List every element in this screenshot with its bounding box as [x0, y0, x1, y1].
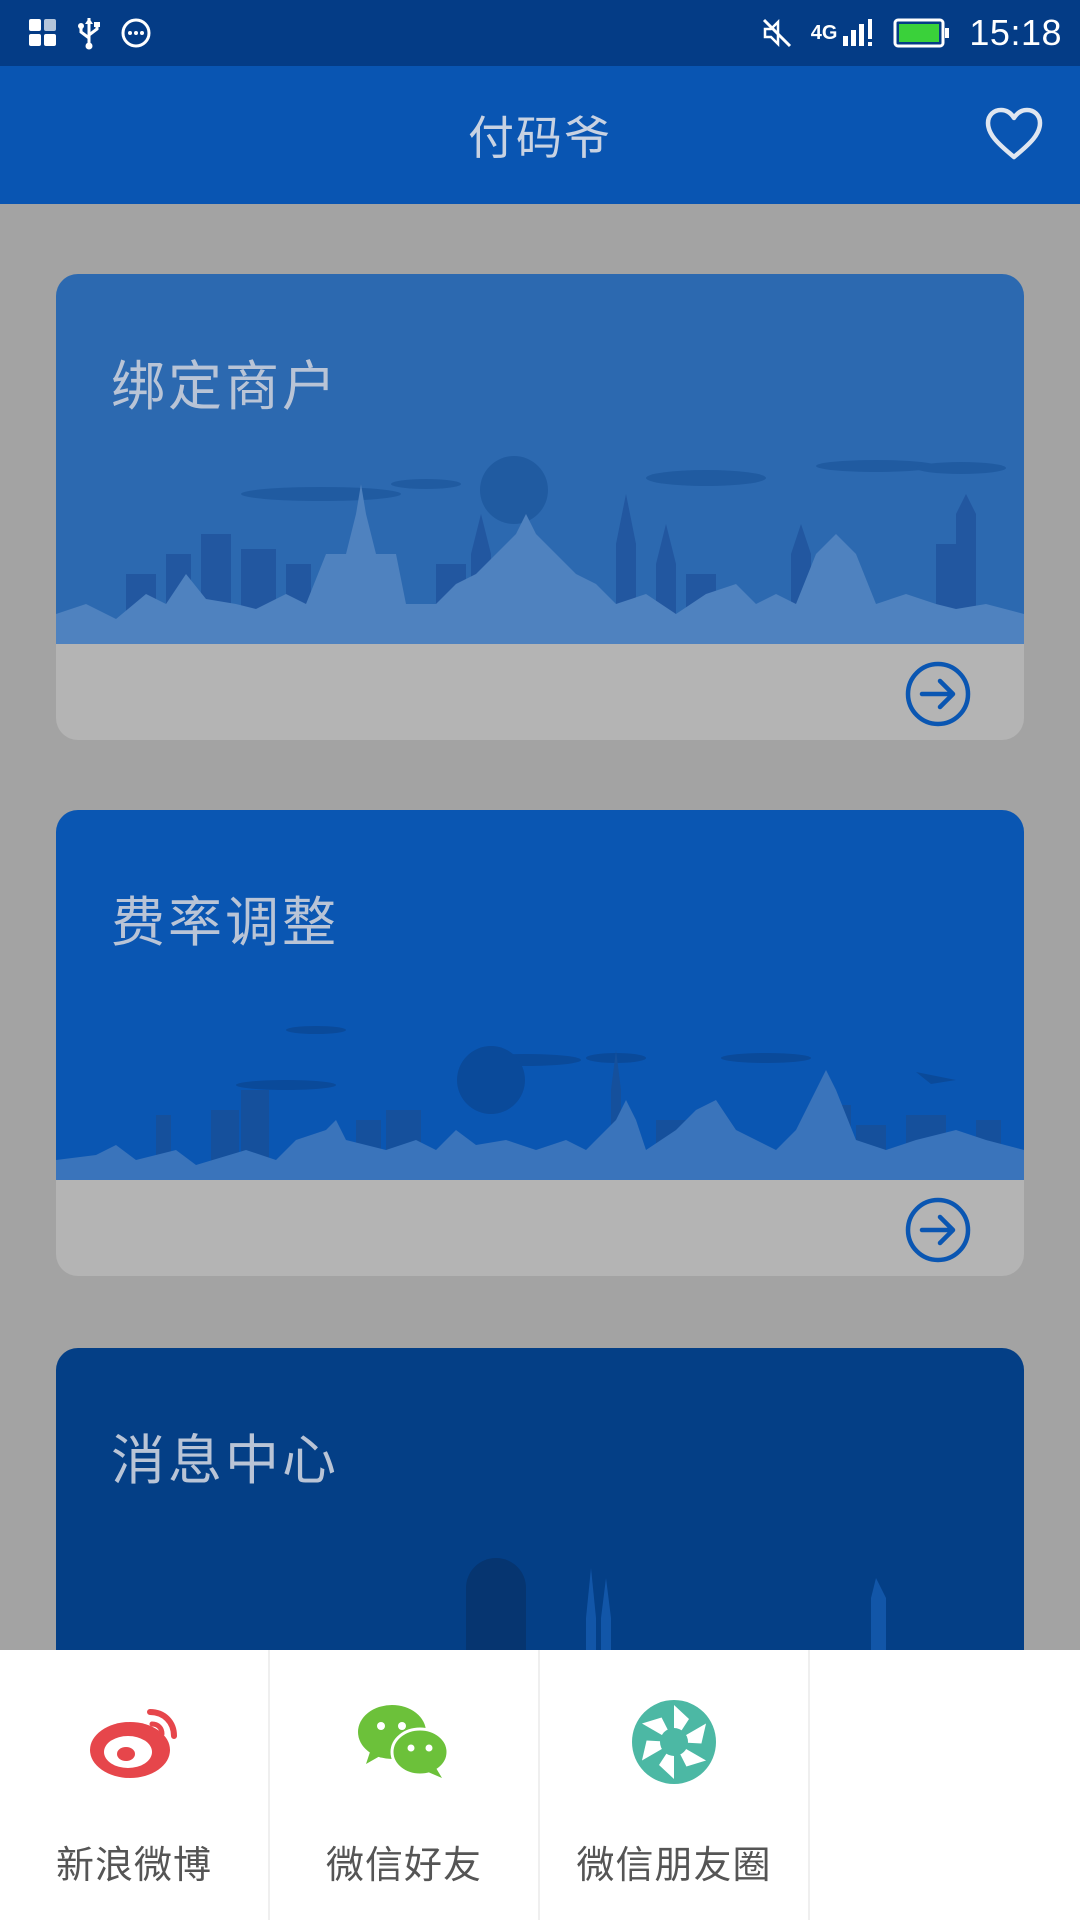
card-rate-adjustment[interactable]: 费率调整 — [56, 810, 1024, 1276]
share-weibo[interactable]: 新浪微博 — [0, 1650, 270, 1920]
wechat-icon — [356, 1694, 452, 1790]
status-bar-right: 4G 15:18 — [761, 12, 1062, 54]
share-label: 微信朋友圈 — [576, 1843, 772, 1887]
city-skyline-illustration — [56, 1026, 1024, 1180]
app-bar: 付码爷 — [0, 66, 1080, 204]
card-title: 费率调整 — [111, 891, 339, 954]
card-footer — [56, 1180, 1024, 1276]
share-empty-slot — [810, 1650, 1080, 1920]
arrow-right-circle-icon[interactable] — [904, 1196, 972, 1264]
favorite-button[interactable] — [984, 104, 1044, 164]
card-title: 消息中心 — [111, 1429, 339, 1492]
share-label: 新浪微博 — [55, 1843, 212, 1887]
heart-outline-icon — [985, 107, 1043, 160]
city-skyline-illustration — [56, 456, 1024, 644]
card-banner: 费率调整 — [56, 810, 1024, 1180]
share-sheet: 新浪微博 微信好友 微信朋友圈 — [0, 1650, 1080, 1920]
mute-icon — [761, 17, 793, 49]
usb-icon — [76, 16, 102, 50]
apps-grid-icon — [28, 18, 58, 48]
battery-icon — [893, 17, 951, 49]
status-bar-left — [28, 16, 152, 50]
share-wechat-friend[interactable]: 微信好友 — [270, 1650, 540, 1920]
status-bar: 4G 15:18 — [0, 0, 1080, 66]
card-footer — [56, 644, 1024, 740]
screen: 4G 15:18 付码爷 绑定商户 费率调整 消息中心 新浪微博 微信好友 微信… — [0, 0, 1080, 1920]
more-dots-icon — [120, 17, 152, 49]
signal-icon — [841, 18, 875, 48]
weibo-icon — [86, 1694, 182, 1790]
page-title: 付码爷 — [468, 111, 612, 165]
clock: 15:18 — [969, 12, 1062, 53]
card-title: 绑定商户 — [111, 355, 339, 418]
wechat-moments-icon — [626, 1694, 722, 1790]
network-type-label: 4G — [810, 21, 838, 44]
share-label: 微信好友 — [325, 1843, 482, 1887]
share-wechat-moments[interactable]: 微信朋友圈 — [540, 1650, 810, 1920]
arrow-right-circle-icon[interactable] — [904, 660, 972, 728]
card-banner: 绑定商户 — [56, 274, 1024, 644]
card-bind-merchant[interactable]: 绑定商户 — [56, 274, 1024, 740]
